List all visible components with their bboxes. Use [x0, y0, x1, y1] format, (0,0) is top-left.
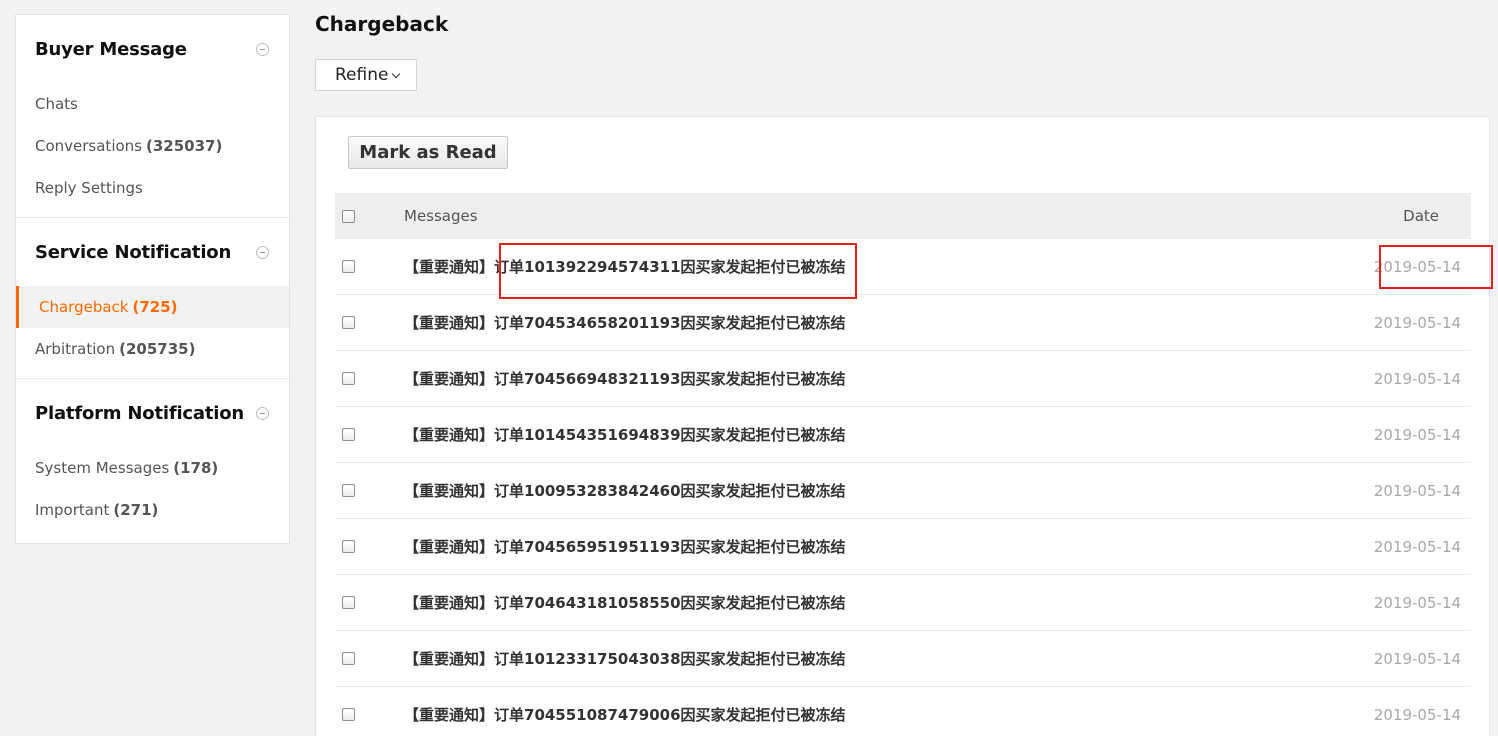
sidebar-item-label: Reply Settings — [35, 179, 143, 197]
section-title: Buyer Message — [35, 38, 187, 60]
row-checkbox[interactable] — [342, 316, 355, 329]
sidebar-item-count: (725) — [132, 298, 178, 316]
message-link[interactable]: 【重要通知】订单100953283842460因买家发起拒付已被冻结 — [404, 463, 846, 519]
message-date: 2019-05-14 — [1373, 426, 1461, 444]
sidebar-item-label: Chats — [35, 95, 78, 113]
table-row[interactable]: 【重要通知】订单704551087479006因买家发起拒付已被冻结 2019-… — [335, 687, 1471, 736]
table-row[interactable]: 【重要通知】订单704534658201193因买家发起拒付已被冻结 2019-… — [335, 295, 1471, 351]
sidebar-item-count: (325037) — [146, 137, 223, 155]
row-checkbox[interactable] — [342, 372, 355, 385]
page-title: Chargeback — [315, 12, 449, 36]
select-all-checkbox[interactable] — [342, 209, 355, 223]
sidebar-item-conversations[interactable]: Conversations (325037) — [16, 125, 289, 167]
chevron-down-icon — [392, 69, 401, 78]
messages-column-header: Messages — [404, 207, 478, 225]
collapse-icon[interactable] — [256, 245, 269, 259]
sidebar: Buyer Message Chats Conversations (32503… — [15, 14, 290, 544]
row-checkbox[interactable] — [342, 484, 355, 497]
row-checkbox[interactable] — [342, 596, 355, 609]
table-row[interactable]: 【重要通知】订单704566948321193因买家发起拒付已被冻结 2019-… — [335, 351, 1471, 407]
sidebar-item-label: Conversations — [35, 137, 142, 155]
sidebar-item-important[interactable]: Important (271) — [16, 489, 289, 531]
section-header[interactable]: Platform Notification — [16, 379, 289, 447]
message-date: 2019-05-14 — [1373, 706, 1461, 724]
table-row[interactable]: 【重要通知】订单100953283842460因买家发起拒付已被冻结 2019-… — [335, 463, 1471, 519]
section-header[interactable]: Service Notification — [16, 218, 289, 286]
table-row[interactable]: 【重要通知】订单101454351694839因买家发起拒付已被冻结 2019-… — [335, 407, 1471, 463]
refine-dropdown[interactable]: Refine — [315, 59, 417, 91]
message-link[interactable]: 【重要通知】订单704551087479006因买家发起拒付已被冻结 — [404, 687, 846, 736]
message-date: 2019-05-14 — [1373, 258, 1461, 276]
table-row[interactable]: 【重要通知】订单704565951951193因买家发起拒付已被冻结 2019-… — [335, 519, 1471, 575]
table-row[interactable]: 【重要通知】订单101233175043038因买家发起拒付已被冻结 2019-… — [335, 631, 1471, 687]
section-title: Platform Notification — [35, 402, 244, 424]
sidebar-item-label: System Messages — [35, 459, 170, 477]
message-link[interactable]: 【重要通知】订单704566948321193因买家发起拒付已被冻结 — [404, 351, 846, 407]
message-date: 2019-05-14 — [1373, 594, 1461, 612]
message-date: 2019-05-14 — [1373, 370, 1461, 388]
sidebar-item-label: Important — [35, 501, 110, 519]
sidebar-item-chats[interactable]: Chats — [16, 83, 289, 125]
row-checkbox[interactable] — [342, 708, 355, 721]
sidebar-item-count: (178) — [173, 459, 219, 477]
messages-panel: Mark as Read Messages Date 【重要通知】订单10139… — [315, 116, 1493, 736]
table-body: 【重要通知】订单101392294574311因买家发起拒付已被冻结 2019-… — [335, 239, 1493, 736]
section-header[interactable]: Buyer Message — [16, 15, 289, 83]
table-header: Messages Date — [335, 193, 1471, 239]
refine-label: Refine — [335, 65, 389, 85]
sidebar-item-label: Chargeback — [39, 298, 129, 316]
table-row[interactable]: 【重要通知】订单101392294574311因买家发起拒付已被冻结 2019-… — [335, 239, 1471, 295]
collapse-icon[interactable] — [256, 406, 269, 420]
table-row[interactable]: 【重要通知】订单704643181058550因买家发起拒付已被冻结 2019-… — [335, 575, 1471, 631]
message-date: 2019-05-14 — [1373, 314, 1461, 332]
message-date: 2019-05-14 — [1373, 482, 1461, 500]
row-checkbox[interactable] — [342, 428, 355, 441]
mark-as-read-button[interactable]: Mark as Read — [348, 136, 508, 169]
sidebar-item-label: Arbitration — [35, 340, 116, 358]
section-title: Service Notification — [35, 241, 232, 263]
message-link[interactable]: 【重要通知】订单101233175043038因买家发起拒付已被冻结 — [404, 631, 846, 687]
message-link[interactable]: 【重要通知】订单704565951951193因买家发起拒付已被冻结 — [404, 519, 846, 575]
row-checkbox[interactable] — [342, 260, 355, 273]
message-link[interactable]: 【重要通知】订单101392294574311因买家发起拒付已被冻结 — [404, 239, 846, 295]
sidebar-item-system-messages[interactable]: System Messages (178) — [16, 447, 289, 489]
messages-table: Messages Date 【重要通知】订单101392294574311因买家… — [335, 193, 1493, 736]
sidebar-item-reply-settings[interactable]: Reply Settings — [16, 167, 289, 209]
section-buyer-message: Buyer Message Chats Conversations (32503… — [16, 15, 289, 218]
message-date: 2019-05-14 — [1373, 538, 1461, 556]
row-checkbox[interactable] — [342, 652, 355, 665]
sidebar-item-count: (205735) — [119, 340, 196, 358]
message-date: 2019-05-14 — [1373, 650, 1461, 668]
row-checkbox[interactable] — [342, 540, 355, 553]
message-link[interactable]: 【重要通知】订单101454351694839因买家发起拒付已被冻结 — [404, 407, 846, 463]
collapse-icon[interactable] — [256, 42, 269, 56]
sidebar-item-arbitration[interactable]: Arbitration (205735) — [16, 328, 289, 370]
message-link[interactable]: 【重要通知】订单704643181058550因买家发起拒付已被冻结 — [404, 575, 846, 631]
date-column-header: Date — [1403, 207, 1439, 225]
section-service-notification: Service Notification Chargeback (725) Ar… — [16, 218, 289, 379]
message-link[interactable]: 【重要通知】订单704534658201193因买家发起拒付已被冻结 — [404, 295, 846, 351]
section-platform-notification: Platform Notification System Messages (1… — [16, 379, 289, 531]
sidebar-item-chargeback[interactable]: Chargeback (725) — [16, 286, 289, 328]
sidebar-item-count: (271) — [113, 501, 159, 519]
